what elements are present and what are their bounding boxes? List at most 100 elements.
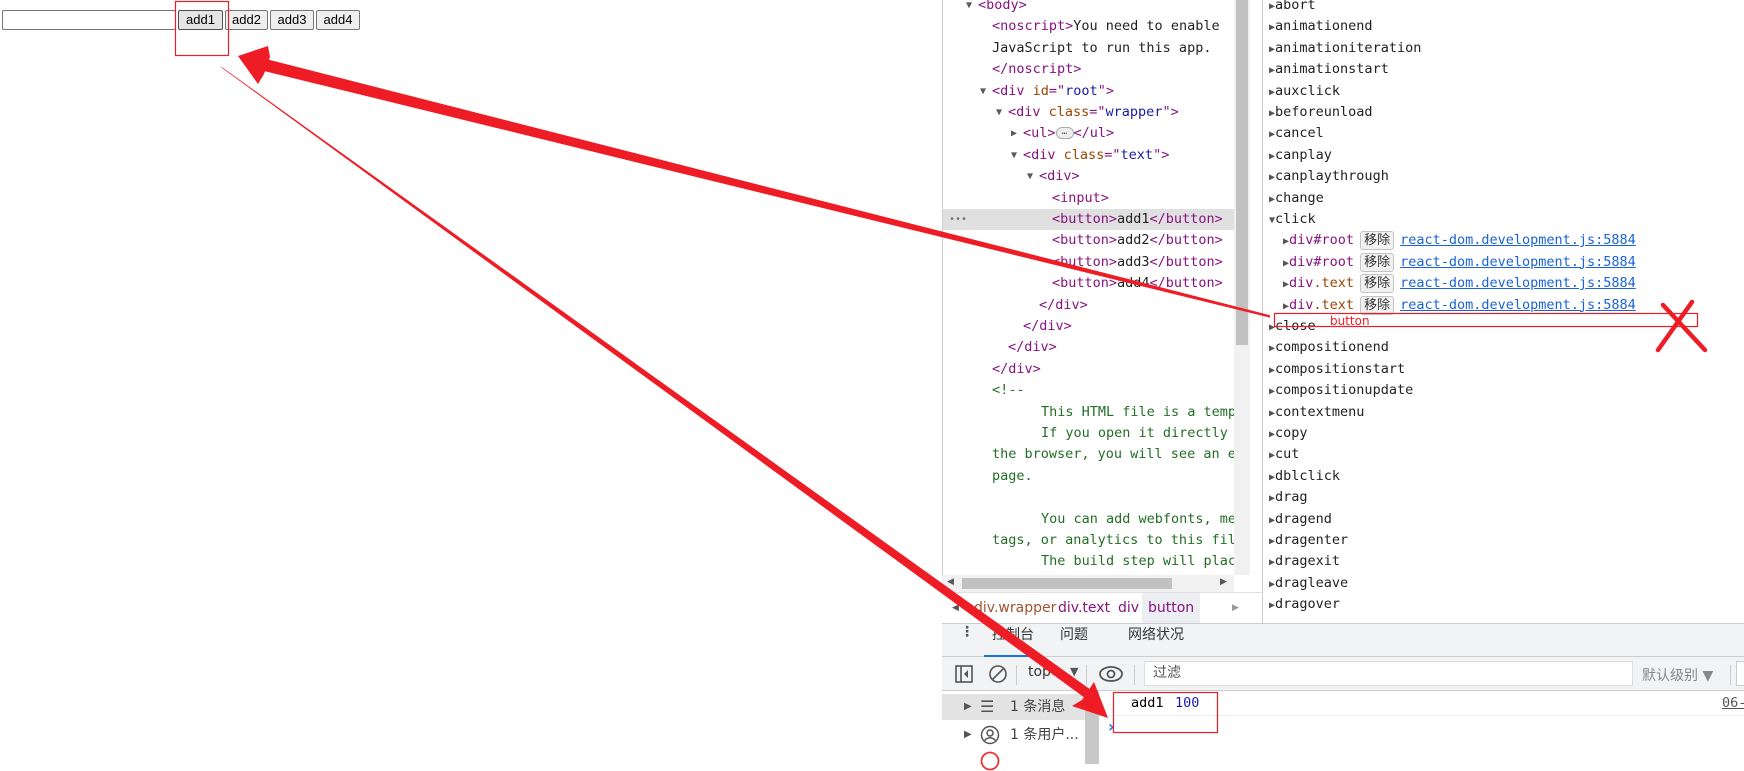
log-levels-select[interactable]: 默认级别 ▼ <box>1642 665 1713 685</box>
add1-button[interactable]: add1 <box>178 10 223 30</box>
settings-checkbox[interactable] <box>1736 661 1744 686</box>
event-row[interactable]: ▶div.text移除react-dom.development.js:5884 <box>1283 295 1636 316</box>
listener-source-link[interactable]: react-dom.development.js:5884 <box>1400 232 1636 248</box>
dom-node-row[interactable] <box>943 487 1234 508</box>
event-row[interactable]: ▶close <box>1269 316 1316 337</box>
event-row[interactable]: ▶cut <box>1269 444 1299 465</box>
event-row[interactable]: ▶dragleave <box>1269 573 1348 594</box>
event-row[interactable]: ▶animationstart <box>1269 59 1389 80</box>
dom-node-row[interactable]: <button>add4</button> <box>943 273 1234 294</box>
dom-node-row[interactable]: </div> <box>943 337 1234 358</box>
scroll-left-icon[interactable]: ◀ <box>947 577 954 587</box>
sidebar-toggle-icon[interactable] <box>954 664 974 684</box>
event-row[interactable]: ▶animationiteration <box>1269 38 1421 59</box>
event-row[interactable]: ▼click <box>1269 209 1316 230</box>
dom-node-row[interactable]: <input> <box>943 188 1234 209</box>
event-row[interactable]: ▶beforeunload <box>1269 102 1373 123</box>
event-row[interactable]: ▶change <box>1269 188 1324 209</box>
scrollbar-thumb[interactable] <box>962 578 1172 589</box>
remove-listener-button[interactable]: 移除 <box>1360 253 1394 272</box>
dom-node-row[interactable]: •••<button>add1</button> <box>943 209 1234 230</box>
event-row[interactable]: ▶div#root移除react-dom.development.js:5884 <box>1283 230 1636 251</box>
breadcrumb-button[interactable]: button <box>1142 593 1200 624</box>
sidebar-item-messages[interactable]: ▶ ☰ 1 条消息 <box>942 694 1085 720</box>
event-row[interactable]: ▶auxclick <box>1269 81 1340 102</box>
filter-input[interactable]: 过滤 <box>1144 661 1633 686</box>
dom-node-row[interactable]: ▼<div class="wrapper"> <box>943 102 1234 123</box>
dom-node-row[interactable]: <button>add3</button> <box>943 252 1234 273</box>
listener-source-link[interactable]: react-dom.development.js:5884 <box>1400 254 1636 270</box>
remove-listener-button[interactable]: 移除 <box>1360 296 1394 315</box>
event-row[interactable]: ▶drag <box>1269 487 1308 508</box>
event-row[interactable]: ▶div#root移除react-dom.development.js:5884 <box>1283 252 1636 273</box>
dom-node-row[interactable]: the browser, you will see an e <box>943 444 1234 465</box>
breadcrumb-div[interactable]: div <box>1112 593 1145 624</box>
add4-button[interactable]: add4 <box>316 10 360 30</box>
dom-node-row[interactable]: The build step will plac <box>943 551 1234 572</box>
console-sidebar-scrollbar[interactable] <box>1085 691 1099 764</box>
clear-console-icon[interactable] <box>988 664 1008 684</box>
event-row[interactable]: ▶dblclick <box>1269 466 1340 487</box>
caret-down-icon[interactable]: ▼ <box>1027 166 1033 187</box>
console-prompt[interactable]: › <box>1108 717 1115 736</box>
breadcrumb-div-wrapper[interactable]: div.wrapper <box>968 593 1062 624</box>
breadcrumb-left-icon[interactable]: ◀ <box>952 593 959 624</box>
context-select[interactable]: top <box>1028 664 1051 680</box>
console-message-source[interactable]: 06- <box>1722 691 1744 716</box>
dom-node-row[interactable]: ▼<body> <box>943 0 1234 16</box>
add3-button[interactable]: add3 <box>270 10 314 30</box>
dom-node-row[interactable]: tags, or analytics to this fil <box>943 530 1234 551</box>
remove-listener-button[interactable]: 移除 <box>1360 231 1394 250</box>
dom-node-row[interactable]: ▼<div id="root"> <box>943 81 1234 102</box>
dom-node-row[interactable]: You can add webfonts, me <box>943 509 1234 530</box>
event-row[interactable]: ▶compositionend <box>1269 337 1389 358</box>
dom-node-row[interactable]: ▶<ul>…</ul> <box>943 123 1234 144</box>
more-vertical-icon[interactable]: ⋮ <box>960 624 974 657</box>
event-row[interactable]: ▶animationend <box>1269 16 1373 37</box>
event-row[interactable]: ▶canplaythrough <box>1269 166 1389 187</box>
dom-node-row[interactable]: <!-- <box>943 380 1234 401</box>
event-row[interactable]: ▶dragover <box>1269 594 1340 615</box>
listener-source-link[interactable]: react-dom.development.js:5884 <box>1400 297 1636 313</box>
event-row[interactable]: ▶dragenter <box>1269 530 1348 551</box>
event-row[interactable]: ▶cancel <box>1269 123 1324 144</box>
caret-down-icon[interactable]: ▼ <box>980 81 986 102</box>
sidebar-item-user-messages[interactable]: ▶ 1 条用户... <box>942 722 1085 748</box>
more-options-icon[interactable]: ••• <box>949 209 967 230</box>
dom-node-row[interactable]: JavaScript to run this app. <box>943 38 1234 59</box>
event-row[interactable]: ▶compositionupdate <box>1269 380 1413 401</box>
caret-down-icon[interactable]: ▼ <box>996 102 1002 123</box>
dom-node-row[interactable]: ▼<div> <box>943 166 1234 187</box>
caret-down-icon[interactable]: ▼ <box>1011 145 1017 166</box>
dom-node-row[interactable]: This HTML file is a temp <box>943 402 1234 423</box>
event-row[interactable]: ▶dragend <box>1269 509 1332 530</box>
dom-node-row[interactable]: ▼<div class="text"> <box>943 145 1234 166</box>
listener-source-link[interactable]: react-dom.development.js:5884 <box>1400 275 1636 291</box>
dom-node-row[interactable]: </div> <box>943 316 1234 337</box>
dom-node-row[interactable]: If you open it directly <box>943 423 1234 444</box>
event-row[interactable]: ▶contextmenu <box>1269 402 1364 423</box>
chevron-down-icon[interactable]: ▼ <box>1070 665 1078 678</box>
event-row[interactable]: ▶abort <box>1269 0 1316 16</box>
event-row[interactable]: ▶canplay <box>1269 145 1332 166</box>
dom-node-row[interactable]: </noscript> <box>943 59 1234 80</box>
tab-network-conditions[interactable]: 网络状况 <box>1128 624 1184 657</box>
eye-icon[interactable] <box>1098 663 1124 685</box>
dom-node-row[interactable]: <button>add2</button> <box>943 230 1234 251</box>
add2-button[interactable]: add2 <box>225 10 268 30</box>
dom-node-row[interactable]: page. <box>943 466 1234 487</box>
remove-listener-button[interactable]: 移除 <box>1360 274 1394 293</box>
event-row[interactable]: ▶copy <box>1269 423 1308 444</box>
scrollbar-thumb[interactable] <box>1236 0 1248 345</box>
scroll-right-icon[interactable]: ▶ <box>1220 577 1227 587</box>
event-row[interactable]: ▶dragexit <box>1269 551 1340 572</box>
breadcrumb-div-text[interactable]: div.text <box>1052 593 1116 624</box>
caret-down-icon[interactable]: ▼ <box>966 0 972 16</box>
dom-node-row[interactable]: </div> <box>943 359 1234 380</box>
dom-node-row[interactable]: </div> <box>943 295 1234 316</box>
tab-issues[interactable]: 问题 <box>1060 624 1088 657</box>
dom-node-row[interactable]: <noscript>You need to enable <box>943 16 1234 37</box>
event-row[interactable]: ▶compositionstart <box>1269 359 1405 380</box>
dom-tree[interactable]: ▼<body><noscript>You need to enableJavaS… <box>942 0 1234 575</box>
caret-right-icon[interactable]: ▶ <box>1011 123 1017 144</box>
